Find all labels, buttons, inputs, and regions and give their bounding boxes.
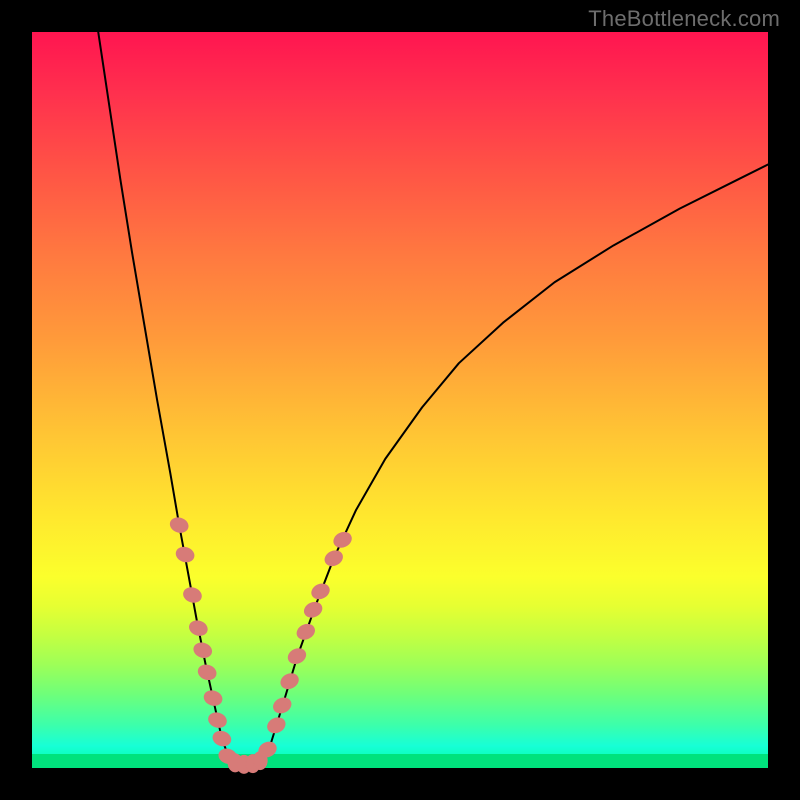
data-marker (278, 671, 300, 691)
data-marker (168, 516, 189, 535)
data-marker (188, 619, 209, 638)
data-marker (295, 622, 317, 642)
data-marker (196, 663, 217, 682)
data-marker (302, 600, 324, 620)
data-marker (192, 641, 213, 660)
plot-area (32, 32, 768, 768)
data-marker (265, 715, 287, 735)
chart-frame: TheBottleneck.com (0, 0, 800, 800)
watermark-text: TheBottleneck.com (588, 6, 780, 32)
marker-group (168, 516, 353, 774)
chart-svg (32, 32, 768, 768)
data-marker (286, 646, 308, 666)
data-marker (174, 545, 195, 564)
data-marker (309, 581, 331, 601)
data-marker (202, 689, 223, 708)
data-marker (323, 548, 345, 568)
data-marker (182, 586, 203, 605)
data-marker (331, 530, 353, 550)
data-marker (211, 729, 232, 748)
data-marker (207, 711, 228, 730)
data-marker (271, 695, 293, 715)
